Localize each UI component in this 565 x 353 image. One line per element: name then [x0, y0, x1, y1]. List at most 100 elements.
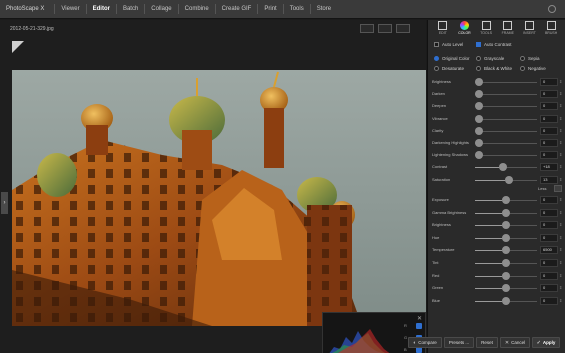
slider-knob[interactable]: [475, 114, 483, 123]
menu-batch[interactable]: Batch: [115, 4, 144, 14]
apply-button[interactable]: ✓ Apply: [532, 337, 560, 348]
mode-grayscale[interactable]: Grayscale: [476, 56, 504, 61]
menu-tools[interactable]: Tools: [282, 4, 310, 14]
slider-track[interactable]: [475, 94, 537, 96]
slider-value-input[interactable]: 0: [540, 284, 558, 293]
mode-black-white[interactable]: Black & White: [476, 66, 512, 71]
slider-knob[interactable]: [502, 296, 510, 305]
slider-knob[interactable]: [502, 284, 510, 293]
reset-button[interactable]: Reset: [476, 337, 498, 348]
less-toggle-button[interactable]: [554, 185, 562, 192]
slider-value-input[interactable]: 0: [540, 259, 558, 267]
mode-original-color-radio[interactable]: [434, 56, 439, 61]
slider-stepper-icon[interactable]: ⇕: [559, 272, 562, 280]
slider-knob[interactable]: [504, 175, 513, 184]
slider-stepper-icon[interactable]: ⇕: [559, 209, 562, 217]
zoom-actual-icon[interactable]: [378, 24, 392, 33]
menu-editor[interactable]: Editor: [85, 4, 116, 14]
slider-stepper-icon[interactable]: ⇕: [559, 151, 562, 159]
slider-knob[interactable]: [502, 259, 510, 267]
tab-edit[interactable]: EDIT: [434, 20, 452, 38]
slider-knob[interactable]: [475, 102, 483, 111]
mode-grayscale-radio[interactable]: [476, 56, 481, 61]
slider-track[interactable]: [475, 106, 537, 108]
tab-frame[interactable]: FRAME: [499, 20, 517, 38]
expand-left-arrow-icon[interactable]: ›: [1, 192, 8, 214]
slider-stepper-icon[interactable]: ⇕: [559, 234, 562, 242]
slider-value-input[interactable]: 0: [540, 78, 558, 86]
slider-knob[interactable]: [475, 139, 483, 147]
slider-knob[interactable]: [502, 208, 510, 217]
slider-stepper-icon[interactable]: ⇕: [559, 127, 562, 135]
slider-value-input[interactable]: 0: [540, 126, 558, 135]
slider-knob[interactable]: [499, 163, 508, 172]
slider-value-input[interactable]: 6500: [540, 246, 558, 255]
menu-combine[interactable]: Combine: [177, 4, 215, 14]
slider-knob[interactable]: [502, 196, 510, 204]
mode-original-color[interactable]: Original Color: [434, 56, 470, 61]
slider-value-input[interactable]: 0: [540, 221, 558, 230]
slider-knob[interactable]: [475, 90, 483, 99]
slider-value-input[interactable]: 0: [540, 139, 558, 147]
slider-stepper-icon[interactable]: ⇕: [559, 163, 562, 171]
slider-stepper-icon[interactable]: ⇕: [559, 176, 562, 184]
slider-stepper-icon[interactable]: ⇕: [559, 259, 562, 267]
slider-knob[interactable]: [475, 126, 483, 135]
mode-desaturate[interactable]: Desaturate: [434, 66, 464, 71]
slider-stepper-icon[interactable]: ⇕: [559, 78, 562, 86]
slider-track[interactable]: [475, 82, 537, 83]
slider-track[interactable]: [475, 118, 537, 120]
slider-knob[interactable]: [502, 271, 510, 280]
slider-knob[interactable]: [502, 246, 510, 255]
slider-knob[interactable]: [502, 233, 510, 242]
auto-contrast-box[interactable]: [476, 42, 481, 47]
slider-stepper-icon[interactable]: ⇕: [559, 90, 562, 98]
slider-knob[interactable]: [475, 78, 483, 86]
auto-level-checkbox[interactable]: Auto Level: [434, 42, 463, 47]
tab-tools[interactable]: TOOLS: [477, 20, 495, 38]
slider-value-input[interactable]: 13: [540, 175, 558, 184]
slider-knob[interactable]: [475, 151, 483, 160]
menu-store[interactable]: Store: [309, 4, 337, 14]
menu-viewer[interactable]: Viewer: [54, 4, 85, 14]
slider-track[interactable]: [475, 155, 537, 157]
slider-knob[interactable]: [502, 221, 510, 230]
slider-value-input[interactable]: 0: [540, 114, 558, 123]
histogram-red-checkbox[interactable]: [416, 323, 422, 329]
slider-stepper-icon[interactable]: ⇕: [559, 115, 562, 123]
slider-value-input[interactable]: 0: [540, 102, 558, 111]
slider-value-input[interactable]: 0: [540, 296, 558, 305]
tab-color[interactable]: COLOR: [455, 20, 473, 38]
slider-value-input[interactable]: 0: [540, 208, 558, 217]
cancel-button[interactable]: ✕ Cancel: [500, 337, 530, 348]
slider-value-input[interactable]: 0: [540, 233, 558, 242]
tab-brush[interactable]: BRUSH: [542, 20, 560, 38]
slider-stepper-icon[interactable]: ⇕: [559, 139, 562, 147]
mode-sepia-radio[interactable]: [520, 56, 525, 61]
mode-negative[interactable]: Negative: [520, 66, 546, 71]
auto-level-box[interactable]: [434, 42, 439, 47]
slider-value-input[interactable]: 0: [540, 196, 558, 204]
slider-stepper-icon[interactable]: ⇕: [559, 102, 562, 110]
histogram-close-icon[interactable]: ✕: [417, 315, 422, 322]
slider-track[interactable]: [475, 143, 537, 144]
rotate-icon[interactable]: [396, 24, 410, 33]
mode-desaturate-radio[interactable]: [434, 66, 439, 71]
tab-insert[interactable]: INSERT: [520, 20, 538, 38]
slider-stepper-icon[interactable]: ⇕: [559, 196, 562, 204]
slider-value-input[interactable]: 0: [540, 90, 558, 99]
slider-stepper-icon[interactable]: ⇕: [559, 246, 562, 254]
mode-black-white-radio[interactable]: [476, 66, 481, 71]
slider-value-input[interactable]: 0: [540, 151, 558, 160]
slider-track[interactable]: [475, 130, 537, 132]
menu-print[interactable]: Print: [257, 4, 282, 14]
menu-collage[interactable]: Collage: [144, 4, 177, 14]
slider-stepper-icon[interactable]: ⇕: [559, 297, 562, 305]
slider-stepper-icon[interactable]: ⇕: [559, 284, 562, 292]
slider-value-input[interactable]: +18: [540, 163, 558, 172]
slider-stepper-icon[interactable]: ⇕: [559, 221, 562, 229]
settings-icon[interactable]: [548, 5, 556, 13]
mode-sepia[interactable]: Sepia: [520, 56, 540, 61]
presets-button[interactable]: Presets ...: [444, 337, 474, 348]
zoom-fit-icon[interactable]: [360, 24, 374, 33]
